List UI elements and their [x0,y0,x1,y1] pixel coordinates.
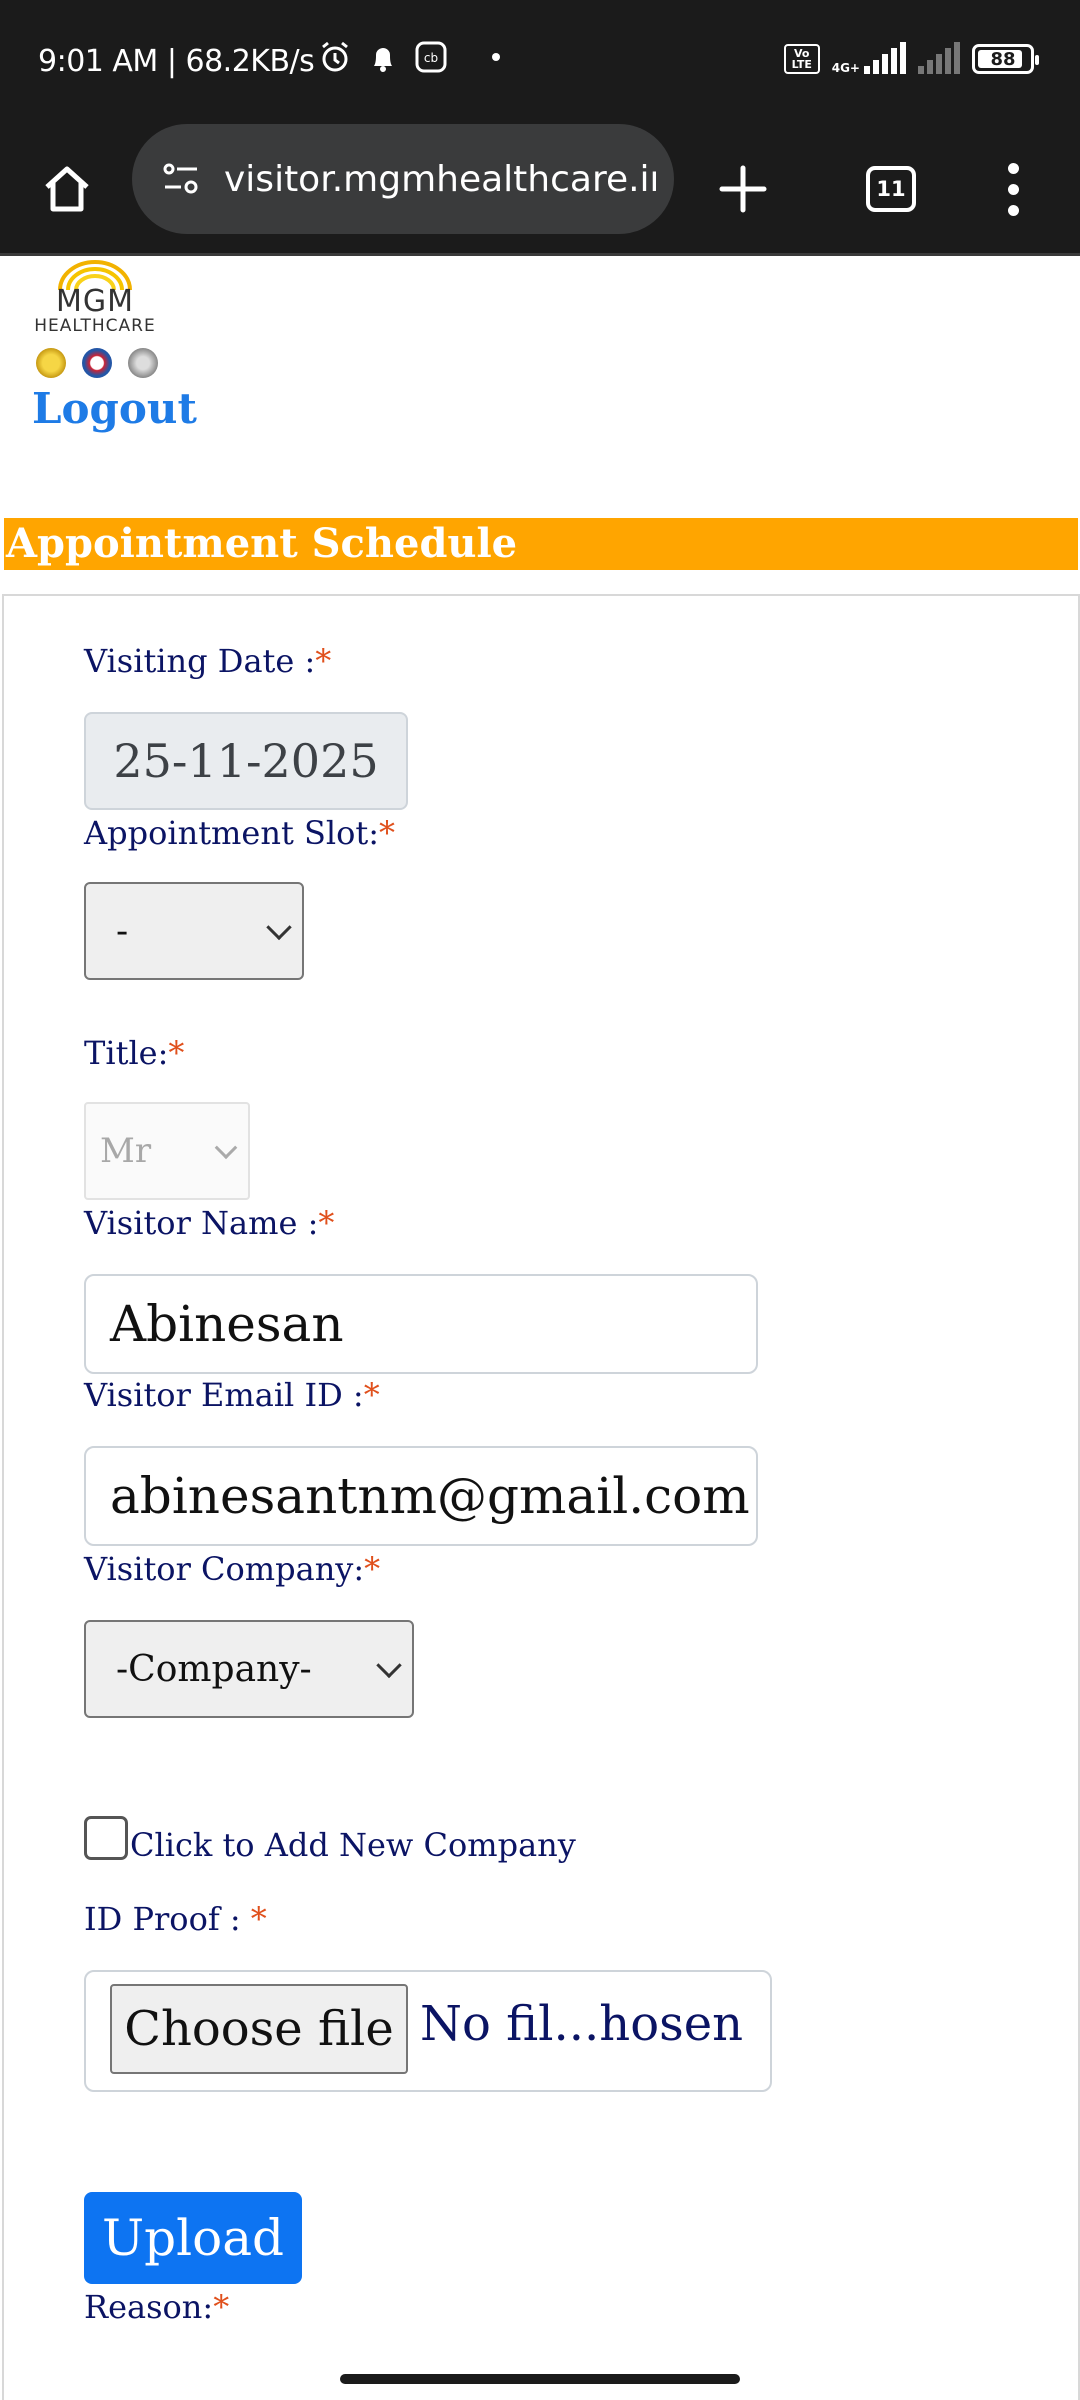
appointment-slot-select[interactable]: - [84,882,304,980]
tab-switcher-button[interactable]: 11 [854,152,928,226]
visiting-date-label: Visiting Date :* [84,642,332,680]
mgm-healthcare-logo: MGM HEALTHCARE [22,258,172,378]
signal-1-icon: 4G+ [831,42,906,75]
reason-label: Reason:* [84,2288,230,2326]
required-mark: * [168,1034,185,1072]
required-mark: * [379,814,396,852]
required-mark: * [315,642,332,680]
appointment-slot-label: Appointment Slot:* [84,814,396,852]
visitor-email-input[interactable]: abinesantnm@gmail.com [84,1446,758,1546]
more-notifications-dot [492,53,500,61]
signal-2-icon [918,42,960,74]
choose-file-button[interactable]: Choose file [110,1984,408,2074]
section-title: Appointment Schedule [4,518,1078,570]
required-mark: * [318,1204,335,1242]
required-mark: * [250,1900,267,1938]
status-time: 9:01 AM | 68.2KB/s [38,44,315,79]
gesture-nav-handle[interactable] [340,2374,740,2384]
nabh-badge-icon [82,348,112,378]
menu-dot [1007,183,1019,195]
grey-badge-icon [128,348,158,378]
add-company-label[interactable]: Click to Add New Company [130,1826,576,1864]
logout-link[interactable]: Logout [32,384,197,433]
visitor-email-label: Visitor Email ID :* [84,1376,380,1414]
menu-dot [1007,162,1019,174]
title-select[interactable]: Mr [84,1102,250,1200]
visiting-date-field[interactable]: 25-11-2025 [84,712,408,810]
plus-icon [719,165,767,213]
required-mark: * [213,2288,230,2326]
visitor-company-select[interactable]: -Company- [84,1620,414,1718]
notification-icon [366,40,400,74]
chevron-down-icon [376,1652,402,1679]
id-proof-label: ID Proof : * [84,1900,267,1938]
required-mark: * [364,1550,381,1588]
title-label: Title:* [84,1034,185,1072]
chevron-down-icon [214,1136,238,1160]
svg-text:cb: cb [424,51,438,65]
browser-toolbar: visitor.mgmhealthcare.in/ 11 [0,122,1080,256]
required-mark: * [363,1376,380,1414]
url-text[interactable]: visitor.mgmhealthcare.in/ [224,159,656,200]
site-settings-icon[interactable] [156,154,206,204]
menu-dot [1007,204,1019,216]
status-notification-icons: cb [318,40,500,74]
browser-menu-button[interactable] [986,152,1040,226]
home-icon [45,166,89,212]
file-status-text: No fil...hosen [420,1996,744,2052]
chevron-down-icon [266,914,292,941]
alarm-icon [318,40,352,74]
visitor-name-input[interactable]: Abinesan [84,1274,758,1374]
status-system-icons: Vo LTE 4G+ 88 [783,42,1039,75]
gold-badge-icon [36,348,66,378]
network-type: 4G+ [831,61,860,75]
logo-name: MGM [55,284,134,319]
tab-count: 11 [866,166,916,212]
cb-icon: cb [414,40,448,74]
address-bar[interactable]: visitor.mgmhealthcare.in/ [132,124,674,234]
logo-subtitle: HEALTHCARE [34,316,156,336]
battery-icon: 88 [972,44,1039,74]
status-bar: 9:01 AM | 68.2KB/s cb Vo LTE 4G+ 88 [0,0,1080,122]
visitor-company-label: Visitor Company:* [84,1550,381,1588]
volte-icon: Vo LTE [783,44,820,74]
add-company-checkbox[interactable] [84,1816,128,1860]
visitor-name-label: Visitor Name :* [84,1204,335,1242]
battery-percent: 88 [990,48,1016,70]
accreditation-badges [36,348,158,378]
id-proof-file-input[interactable]: Choose file No fil...hosen [84,1970,772,2092]
home-button[interactable] [30,152,104,226]
new-tab-button[interactable] [706,152,780,226]
upload-button[interactable]: Upload [84,2192,302,2284]
